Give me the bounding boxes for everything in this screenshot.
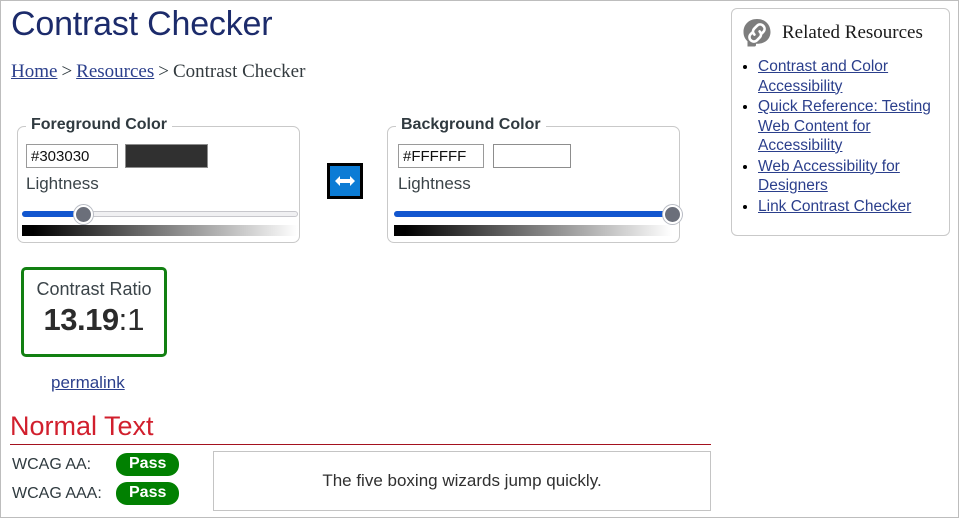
normal-text-heading: Normal Text <box>10 411 154 441</box>
related-link-link-contrast-checker[interactable]: Link Contrast Checker <box>758 198 911 215</box>
background-lightness-slider[interactable] <box>394 205 682 224</box>
contrast-ratio-label: Contrast Ratio <box>36 279 152 299</box>
left-right-arrow-icon <box>334 175 356 187</box>
background-hex-input[interactable] <box>398 144 484 168</box>
related-resources-panel: Related Resources Contrast and Color Acc… <box>731 8 950 236</box>
background-lightness-gradient <box>394 225 672 236</box>
swap-colors-button[interactable] <box>327 163 363 199</box>
contrast-ratio-suffix: :1 <box>118 302 145 337</box>
wcag-aaa-status-badge: Pass <box>116 482 180 505</box>
foreground-color-group: Foreground Color Lightness <box>17 116 300 243</box>
list-item: Web Accessibility for Designers <box>758 157 949 196</box>
breadcrumb-separator: > <box>61 61 73 82</box>
contrast-ratio-number: 13.19 <box>43 302 120 337</box>
breadcrumb-link-resources[interactable]: Resources <box>76 61 154 82</box>
foreground-lightness-slider[interactable] <box>22 205 298 224</box>
foreground-hex-input[interactable] <box>26 144 118 168</box>
breadcrumb-separator: > <box>158 61 169 82</box>
foreground-color-swatch[interactable] <box>125 144 208 168</box>
contrast-ratio-value: 13.19:1 <box>24 302 164 338</box>
foreground-lightness-gradient <box>22 225 298 236</box>
wcag-aa-label: WCAG AA: <box>12 455 92 473</box>
list-item: Link Contrast Checker <box>758 197 949 217</box>
related-link-quick-reference[interactable]: Quick Reference: Testing Web Content for… <box>758 98 931 154</box>
breadcrumb-link-home[interactable]: Home <box>11 61 57 82</box>
related-resources-title: Related Resources <box>782 22 923 43</box>
related-resources-header: Related Resources <box>732 9 949 51</box>
foreground-legend: Foreground Color <box>26 116 172 134</box>
background-lightness-label: Lightness <box>398 174 471 193</box>
sample-text-preview: The five boxing wizards jump quickly. <box>213 451 711 511</box>
list-item: Contrast and Color Accessibility <box>758 57 949 96</box>
breadcrumb: Home > Resources > Contrast Checker <box>11 61 305 83</box>
slider-thumb[interactable] <box>73 205 93 224</box>
background-legend: Background Color <box>396 116 546 134</box>
head-link-icon <box>739 15 775 51</box>
contrast-ratio-box: Contrast Ratio 13.19:1 <box>21 267 167 357</box>
heading-rule <box>10 444 711 445</box>
related-link-contrast-and-color-accessibility[interactable]: Contrast and Color Accessibility <box>758 58 888 95</box>
background-color-swatch[interactable] <box>493 144 571 168</box>
related-link-web-accessibility-for-designers[interactable]: Web Accessibility for Designers <box>758 158 900 195</box>
foreground-lightness-label: Lightness <box>26 174 99 193</box>
contrast-checker-page: Contrast Checker Home > Resources > Contrast… <box>0 0 959 518</box>
permalink-link[interactable]: permalink <box>51 373 125 393</box>
breadcrumb-current: Contrast Checker <box>172 61 306 82</box>
list-item: Quick Reference: Testing Web Content for… <box>758 97 949 156</box>
wcag-aa-row: WCAG AA: Pass <box>12 453 180 476</box>
sample-text: The five boxing wizards jump quickly. <box>322 471 602 490</box>
slider-fill <box>394 211 672 217</box>
slider-thumb[interactable] <box>663 205 682 224</box>
wcag-aaa-label: WCAG AAA: <box>12 484 102 502</box>
related-resources-list: Contrast and Color Accessibility Quick R… <box>732 57 949 216</box>
wcag-aa-status-badge: Pass <box>116 453 180 476</box>
page-title: Contrast Checker <box>11 5 273 43</box>
background-color-group: Background Color Lightness <box>387 116 682 243</box>
wcag-aaa-row: WCAG AAA: Pass <box>12 482 180 505</box>
